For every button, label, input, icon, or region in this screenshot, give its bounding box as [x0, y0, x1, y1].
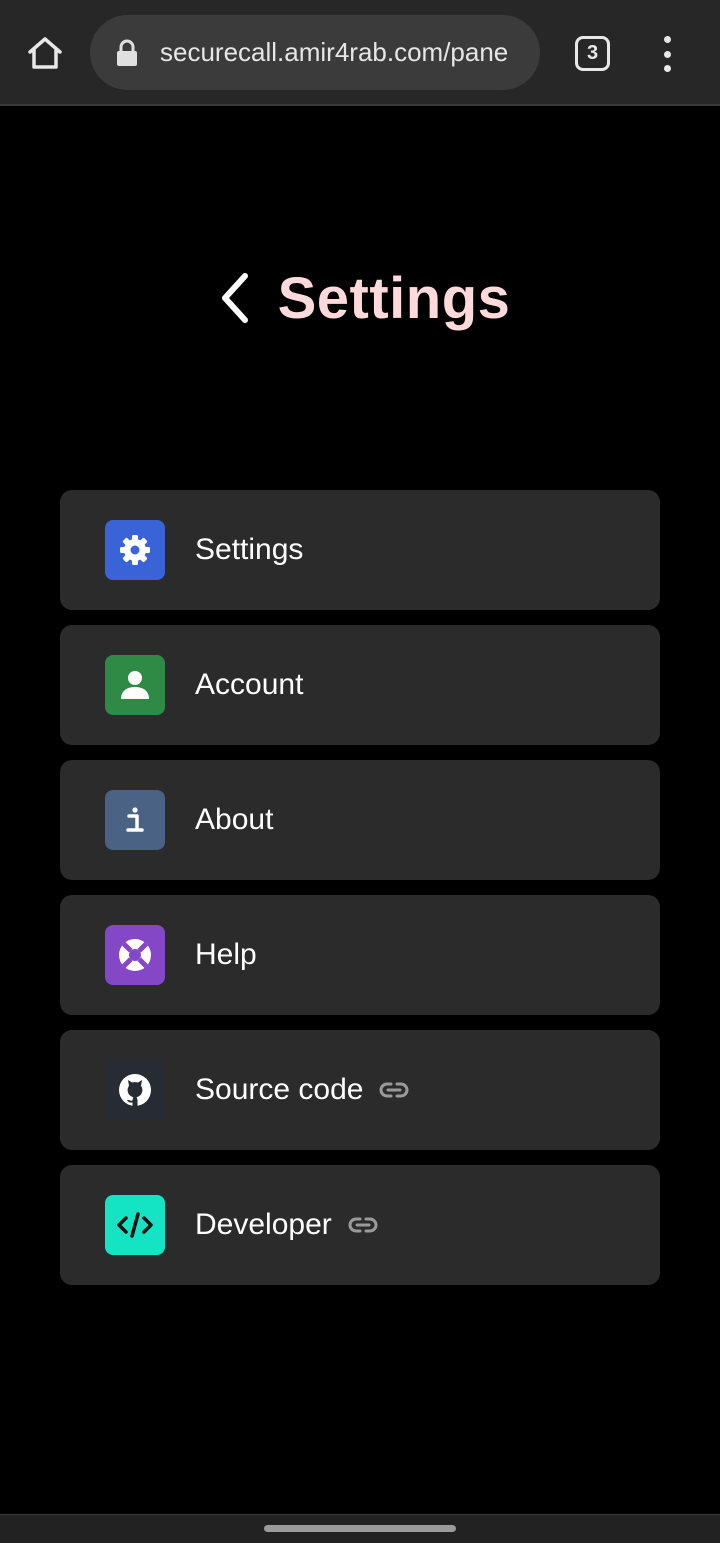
- link-icon: [348, 1215, 378, 1235]
- browser-toolbar: securecall.amir4rab.com/pane 3: [0, 0, 720, 106]
- menu-item-label: Source code: [195, 1073, 364, 1106]
- page-header: Settings: [0, 262, 720, 334]
- menu-item-label: Developer: [195, 1208, 332, 1241]
- code-icon: [105, 1195, 165, 1255]
- menu-item-label: About: [195, 803, 274, 836]
- menu-item-settings[interactable]: Settings: [60, 490, 660, 610]
- system-navigation-bar: [0, 1514, 720, 1543]
- menu-item-developer[interactable]: Developer: [60, 1165, 660, 1285]
- menu-item-label: Account: [195, 668, 304, 701]
- gesture-handle[interactable]: [264, 1525, 456, 1532]
- github-icon: [105, 1060, 165, 1120]
- menu-item-about[interactable]: About: [60, 760, 660, 880]
- tab-switcher-button[interactable]: 3: [575, 36, 610, 71]
- page-title: Settings: [277, 265, 511, 331]
- menu-item-help[interactable]: Help: [60, 895, 660, 1015]
- more-vert-icon[interactable]: [652, 34, 682, 74]
- settings-menu: Settings Account About Help Source code …: [60, 490, 660, 1300]
- gear-icon: [105, 520, 165, 580]
- url-text: securecall.amir4rab.com/pane: [160, 37, 509, 67]
- menu-item-label: Help: [195, 938, 257, 971]
- link-icon: [379, 1080, 409, 1100]
- person-icon: [105, 655, 165, 715]
- menu-item-label: Settings: [195, 533, 304, 566]
- menu-item-account[interactable]: Account: [60, 625, 660, 745]
- info-icon: [105, 790, 165, 850]
- tab-count: 3: [586, 42, 599, 64]
- home-button[interactable]: [22, 30, 68, 76]
- menu-item-source-code[interactable]: Source code: [60, 1030, 660, 1150]
- lifebuoy-icon: [105, 925, 165, 985]
- lock-icon: [114, 38, 140, 68]
- chevron-left-icon: [221, 273, 248, 323]
- back-button[interactable]: [210, 268, 258, 328]
- address-bar[interactable]: securecall.amir4rab.com/pane: [90, 15, 540, 90]
- home-icon: [28, 37, 62, 69]
